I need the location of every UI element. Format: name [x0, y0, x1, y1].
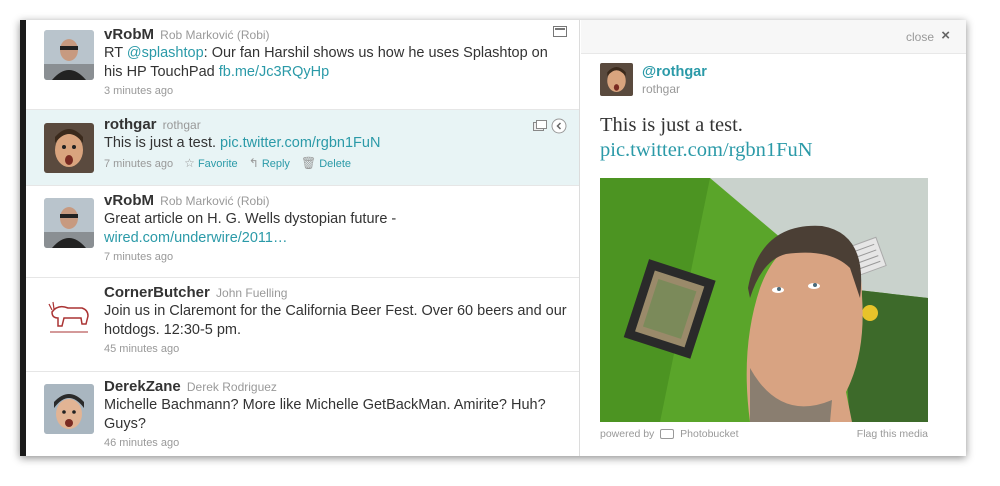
- tweet-text: Join us in Claremont for the California …: [104, 303, 567, 338]
- screen-name[interactable]: CornerButcher: [104, 284, 210, 301]
- tweet-row[interactable]: CornerButcher John Fuelling Join us in C…: [26, 278, 579, 372]
- twitter-window: vRobM Rob Marković (Robi) RT @splashtop:…: [20, 20, 966, 456]
- reply-icon: ↰: [248, 156, 259, 170]
- delete-label: Delete: [319, 158, 352, 170]
- avatar[interactable]: [44, 123, 94, 173]
- tweet-row-selected[interactable]: rothgar rothgar This is just a test. pic…: [26, 110, 579, 186]
- screen-name[interactable]: vRobM: [104, 26, 154, 43]
- powered-by-label: powered by: [600, 428, 655, 440]
- tweet-text-body: Great article on H. G. Wells dystopian f…: [104, 211, 397, 227]
- tweet-link[interactable]: wired.com/underwire/2011…: [104, 230, 287, 246]
- timeline[interactable]: vRobM Rob Marković (Robi) RT @splashtop:…: [26, 20, 580, 456]
- screen-name[interactable]: DerekZane: [104, 378, 181, 395]
- full-name: Derek Rodriguez: [186, 380, 277, 394]
- detail-tweet-text: This is just a test.: [600, 114, 743, 136]
- camera-icon: [660, 429, 675, 440]
- tweet-header: CornerButcher John Fuelling: [104, 284, 569, 302]
- conversation-icon[interactable]: [553, 26, 567, 38]
- detail-tweet-link[interactable]: pic.twitter.com/rgbn1FuN: [600, 137, 813, 164]
- avatar[interactable]: [44, 198, 94, 248]
- powered-by-credit[interactable]: powered by Photobucket: [600, 428, 739, 440]
- tweet-text-body: This is just a test.: [104, 135, 221, 151]
- detail-name: rothgar: [642, 82, 681, 96]
- detail-avatar[interactable]: [600, 63, 633, 96]
- detail-handle[interactable]: @rothgar: [642, 64, 707, 80]
- avatar[interactable]: [44, 30, 94, 80]
- tweet-header: rothgar rothgar: [104, 116, 569, 134]
- avatar[interactable]: [44, 290, 94, 340]
- flag-media-link[interactable]: Flag this media: [857, 428, 928, 440]
- tweet-row[interactable]: vRobM Rob Marković (Robi) RT @splashtop:…: [26, 20, 579, 110]
- reply-button[interactable]: ↰ Reply: [248, 156, 290, 170]
- tweet-header: DerekZane Derek Rodriguez: [104, 378, 569, 396]
- provider-name: Photobucket: [680, 428, 739, 440]
- tweet-time[interactable]: 7 minutes ago: [104, 251, 569, 263]
- tweet-row[interactable]: vRobM Rob Marković (Robi) Great article …: [26, 186, 579, 278]
- tweet-time[interactable]: 7 minutes ago: [104, 158, 173, 170]
- tweet-link[interactable]: pic.twitter.com/rgbn1FuN: [220, 135, 380, 151]
- tweet-text: RT @splashtop: Our fan Harshil shows us …: [104, 44, 569, 82]
- favorite-button[interactable]: ☆ Favorite: [184, 156, 238, 170]
- full-name: Rob Marković (Robi): [160, 194, 270, 208]
- media-icon[interactable]: [533, 120, 547, 132]
- tweet-text-prefix: RT: [104, 45, 127, 61]
- tweet-link[interactable]: fb.me/Jc3RQyHp: [219, 64, 329, 80]
- tweet-text: Michelle Bachmann? More like Michelle Ge…: [104, 397, 546, 432]
- tweet-text: This is just a test. pic.twitter.com/rgb…: [104, 134, 569, 153]
- tweet-time[interactable]: 45 minutes ago: [104, 343, 569, 355]
- tweet-time[interactable]: 3 minutes ago: [104, 85, 569, 97]
- detail-header-bar: close ×: [581, 20, 966, 54]
- mention-link[interactable]: @splashtop: [127, 45, 204, 61]
- tweet-text: Great article on H. G. Wells dystopian f…: [104, 210, 569, 248]
- star-icon: ☆: [184, 156, 195, 170]
- avatar[interactable]: [44, 384, 94, 434]
- trash-icon: 🗑: [301, 156, 317, 170]
- chevron-left-icon[interactable]: [551, 118, 567, 134]
- close-label[interactable]: close: [906, 30, 934, 44]
- tweet-header: vRobM Rob Marković (Robi): [104, 26, 569, 44]
- favorite-label: Favorite: [197, 158, 238, 170]
- tweet-time[interactable]: 46 minutes ago: [104, 437, 569, 449]
- tweet-row[interactable]: DerekZane Derek Rodriguez Michelle Bachm…: [26, 372, 579, 456]
- full-name: rothgar: [162, 118, 201, 132]
- full-name: Rob Marković (Robi): [160, 28, 270, 42]
- tweet-photo[interactable]: [600, 178, 928, 422]
- screen-name[interactable]: vRobM: [104, 192, 154, 209]
- reply-label: Reply: [261, 158, 290, 170]
- tweet-header: vRobM Rob Marković (Robi): [104, 192, 569, 210]
- full-name: John Fuelling: [216, 286, 288, 300]
- media-detail-pane: close × @rothgar rothgar This is just a …: [581, 20, 966, 456]
- screen-name[interactable]: rothgar: [104, 116, 157, 133]
- tweet-meta: 7 minutes ago ☆ Favorite ↰ Reply 🗑 Delete: [104, 156, 569, 170]
- close-icon[interactable]: ×: [941, 27, 950, 44]
- delete-button[interactable]: 🗑 Delete: [301, 156, 352, 170]
